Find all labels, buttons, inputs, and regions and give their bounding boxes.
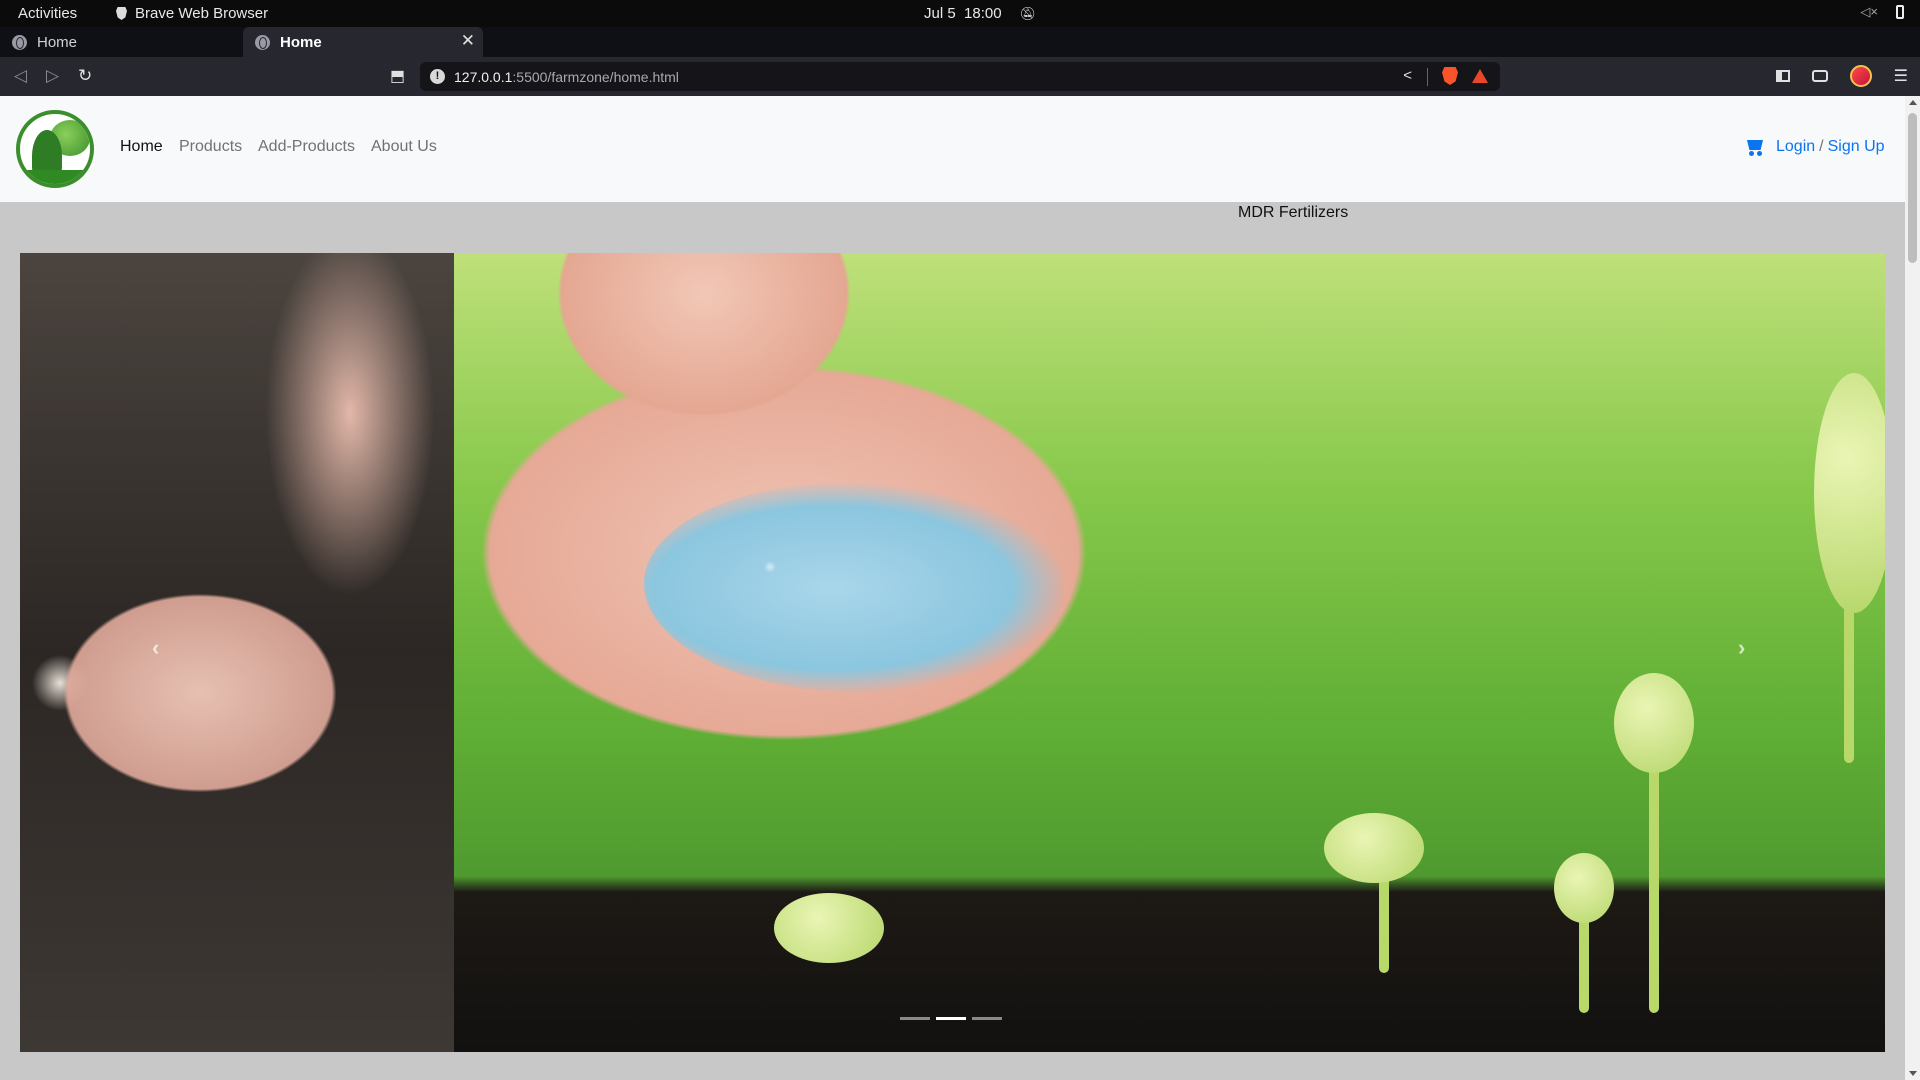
auth-links: Login / Sign Up xyxy=(1776,138,1885,156)
scrollbar-thumb[interactable] xyxy=(1908,113,1917,263)
address-bar[interactable]: ! 127.0.0.1:5500/farmzone/home.html < xyxy=(420,62,1500,91)
signup-link[interactable]: Sign Up xyxy=(1828,138,1885,155)
wallet-icon[interactable] xyxy=(1811,70,1828,82)
carousel-slide-previous-image xyxy=(20,253,454,1052)
tab-home-1[interactable]: Home xyxy=(0,27,242,57)
tab-strip: Home Home ✕ + ⌄ xyxy=(0,27,1920,82)
globe-icon xyxy=(255,34,270,50)
tab-title: Home xyxy=(37,33,78,51)
brave-lion-icon xyxy=(116,7,127,20)
divider xyxy=(1427,68,1428,86)
farm-logo[interactable] xyxy=(16,110,94,188)
sprout xyxy=(1614,673,1694,773)
cart-wheel xyxy=(1757,151,1762,156)
carousel-next-button[interactable]: › xyxy=(1738,635,1745,661)
notifications-off-icon: 🔕︎ xyxy=(1019,5,1037,21)
clock-time: 18:00 xyxy=(964,5,1002,22)
image-carousel[interactable]: ‹ › xyxy=(20,253,1885,1052)
browser-toolbar: ◁ ▷ ↻ ⬒ ! 127.0.0.1:5500/farmzone/home.h… xyxy=(0,57,1920,96)
url-host: 127.0.0.1 xyxy=(454,69,513,85)
carousel-indicators xyxy=(900,1017,1002,1020)
sprout-stem xyxy=(1649,733,1659,1013)
toolbar-right: ☰ xyxy=(1775,65,1908,87)
thumb-shape xyxy=(494,253,854,493)
logo-ground xyxy=(20,170,90,184)
carousel-slide-active-image xyxy=(454,253,1885,1052)
brave-shields-icon[interactable] xyxy=(1442,67,1458,85)
app-menu[interactable]: Brave Web Browser xyxy=(116,5,268,22)
carousel-indicator[interactable] xyxy=(936,1017,966,1020)
share-icon[interactable]: < xyxy=(1403,67,1412,84)
page-scrollbar[interactable] xyxy=(1905,96,1920,1080)
scroll-down-arrow-icon[interactable] xyxy=(1909,1071,1917,1076)
sprout-stem xyxy=(1579,913,1589,1013)
clock-date-time: Jul 5 18:00 xyxy=(924,5,1002,22)
carousel-indicator[interactable] xyxy=(900,1017,930,1020)
nav-link-about-us[interactable]: About Us xyxy=(371,138,437,156)
bookmark-icon[interactable]: ⬒ xyxy=(390,66,405,86)
menu-icon[interactable]: ☰ xyxy=(1894,66,1908,86)
volume-muted-icon: ◁× xyxy=(1860,4,1878,19)
os-top-bar: Activities Brave Web Browser Jul 5 18:00… xyxy=(0,0,1920,27)
sprout xyxy=(774,893,884,963)
site-info-icon[interactable]: ! xyxy=(430,69,445,84)
reload-button[interactable]: ↻ xyxy=(78,66,92,86)
nav-link-home[interactable]: Home xyxy=(120,138,163,156)
activities-button[interactable]: Activities xyxy=(18,5,77,22)
auth-separator: / xyxy=(1819,138,1824,155)
sprout xyxy=(1814,373,1885,613)
site-navbar: Home Products Add-Products About Us Logi… xyxy=(0,96,1905,202)
shopping-cart-icon[interactable] xyxy=(1744,138,1764,156)
forward-button[interactable]: ▷ xyxy=(46,66,59,86)
profile-avatar-icon[interactable] xyxy=(1849,65,1872,87)
sprout xyxy=(1554,853,1614,923)
brand-heading: MDR Fertilizers xyxy=(1238,204,1349,221)
carousel-prev-button[interactable]: ‹ xyxy=(152,635,159,661)
battery-icon xyxy=(1896,5,1904,19)
sidebar-toggle-icon[interactable] xyxy=(1775,70,1790,82)
clock[interactable]: Jul 5 18:00 🔕︎ xyxy=(924,5,1036,22)
page-viewport: Home Products Add-Products About Us Logi… xyxy=(0,96,1905,1080)
carousel-indicator[interactable] xyxy=(972,1017,1002,1020)
close-tab-icon[interactable]: ✕ xyxy=(461,31,475,51)
login-link[interactable]: Login xyxy=(1776,138,1815,155)
clock-date: Jul 5 xyxy=(924,5,956,22)
system-tray[interactable]: ◁× xyxy=(1860,4,1904,20)
url-path: :5500/farmzone/home.html xyxy=(512,69,679,85)
nav-link-products[interactable]: Products xyxy=(179,138,242,156)
cart-wheel xyxy=(1749,151,1754,156)
tab-title: Home xyxy=(280,33,322,51)
brave-rewards-icon[interactable] xyxy=(1472,69,1488,83)
app-name-label: Brave Web Browser xyxy=(135,5,269,22)
scroll-up-arrow-icon[interactable] xyxy=(1909,100,1917,105)
globe-icon xyxy=(12,34,27,50)
sprout xyxy=(1324,813,1424,883)
tab-home-2-active[interactable]: Home ✕ xyxy=(243,27,483,57)
url-text[interactable]: 127.0.0.1:5500/farmzone/home.html xyxy=(454,69,679,85)
back-button[interactable]: ◁ xyxy=(14,66,27,86)
nav-link-add-products[interactable]: Add-Products xyxy=(258,138,355,156)
cart-basket xyxy=(1747,140,1763,150)
